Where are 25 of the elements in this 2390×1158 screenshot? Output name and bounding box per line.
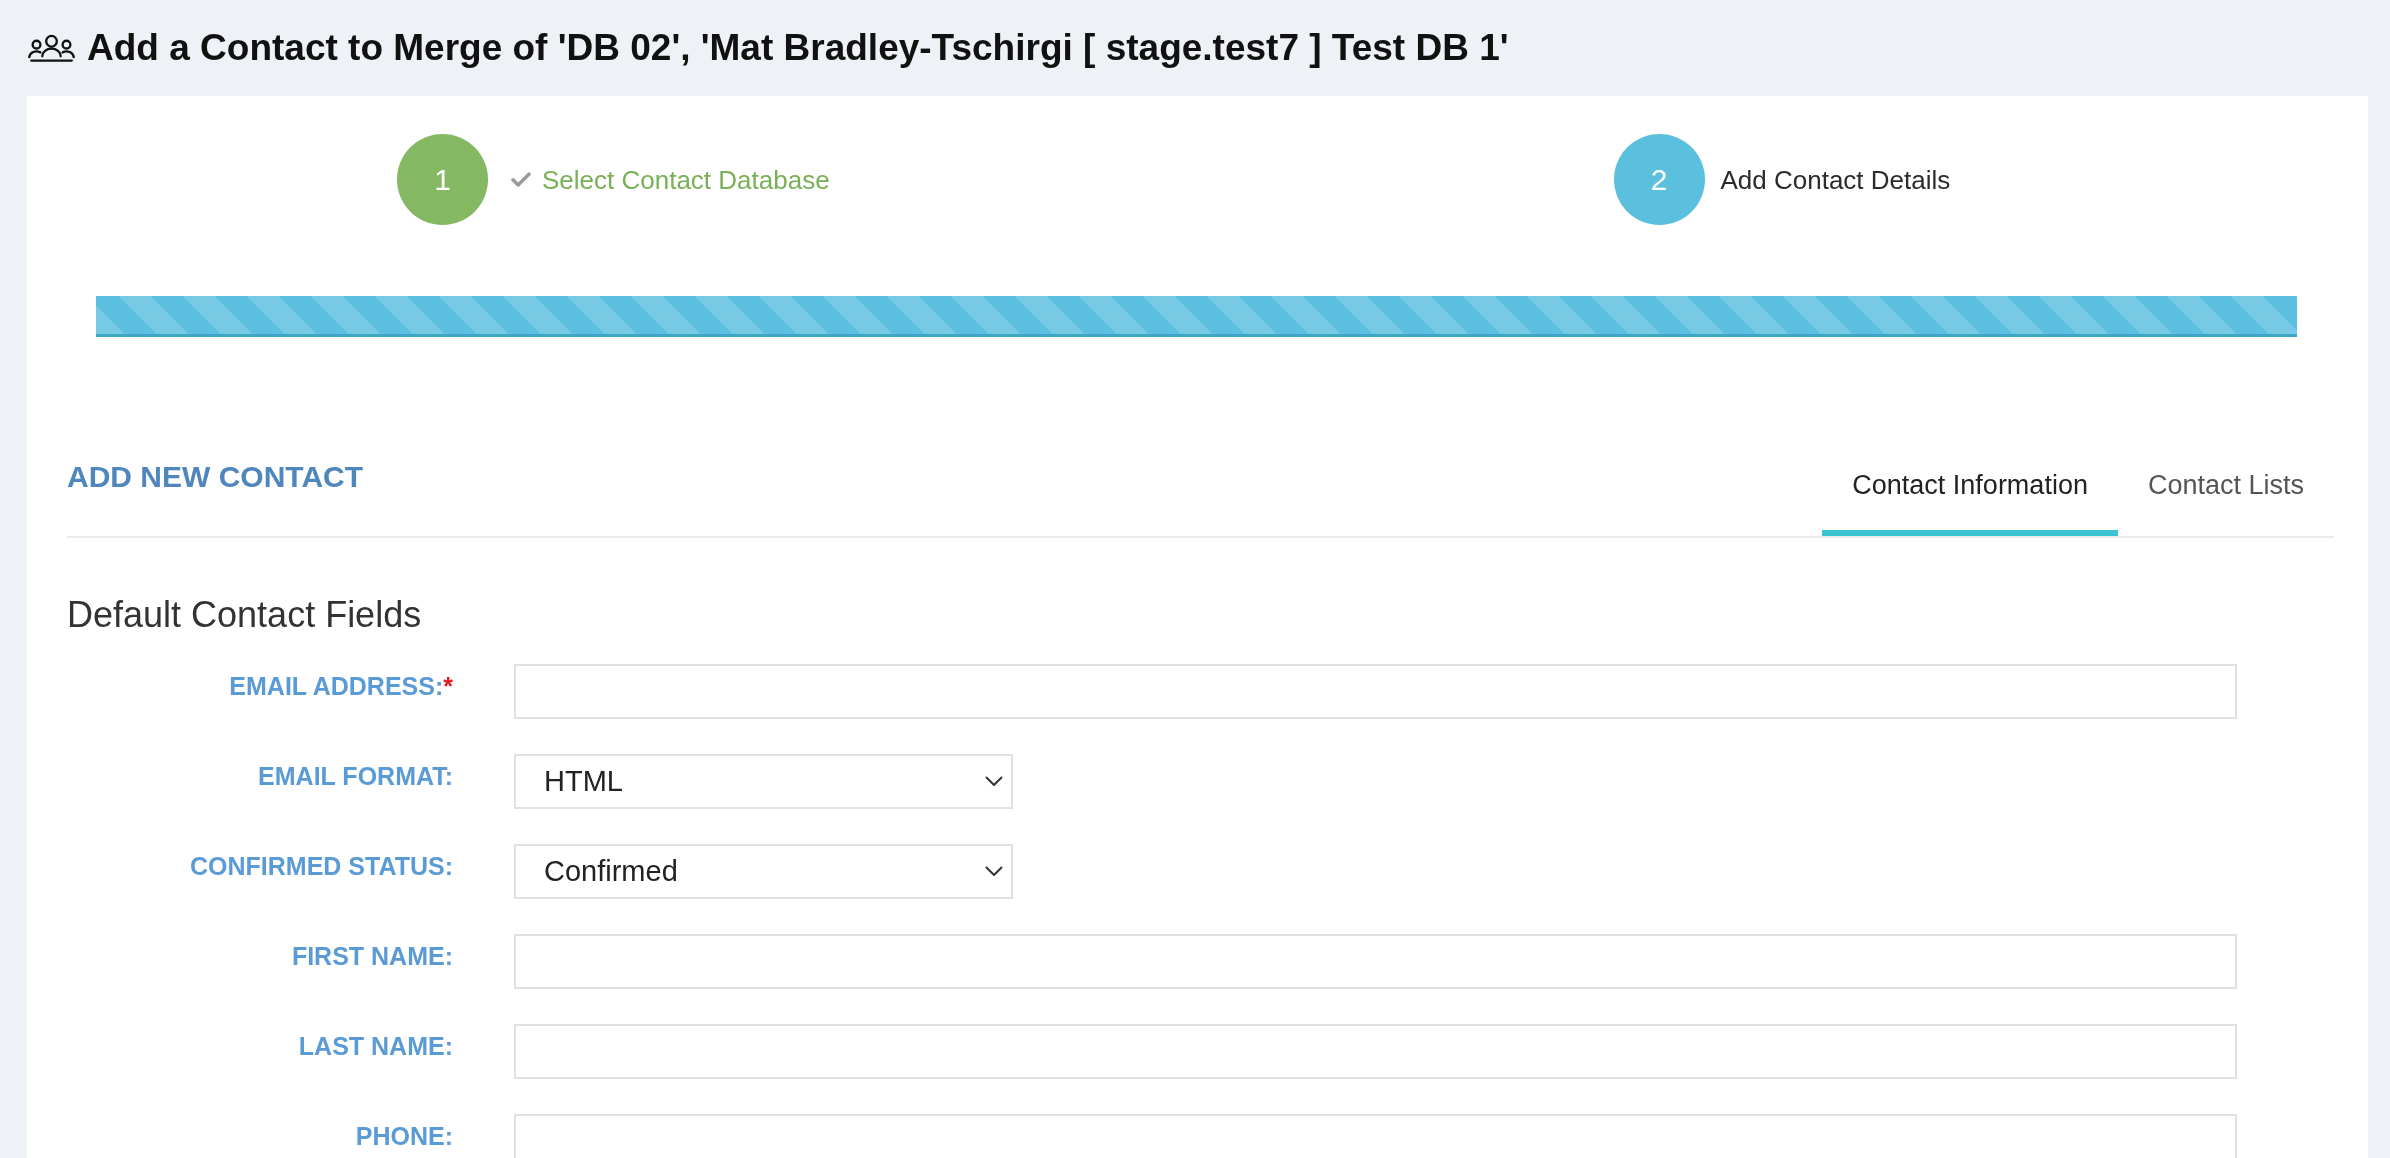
- text-input[interactable]: [514, 1024, 2237, 1079]
- tab[interactable]: Contact Lists: [2117, 470, 2334, 536]
- step-number: 2: [1613, 134, 1705, 225]
- step-number: 1: [397, 134, 488, 225]
- chevron-down-icon: [985, 776, 1003, 787]
- dropdown[interactable]: HTML: [514, 754, 1013, 809]
- section-heading: ADD NEW CONTACT: [67, 460, 364, 494]
- users-icon: [27, 33, 76, 63]
- step-label: Select Contact Database: [542, 163, 830, 196]
- field-label: FIRST NAME:: [290, 941, 453, 972]
- dropdown[interactable]: Confirmed: [514, 844, 1013, 899]
- text-input[interactable]: [514, 934, 2237, 989]
- tab[interactable]: Contact Information: [1822, 470, 2118, 536]
- check-icon: [511, 171, 531, 188]
- page-title: Add a Contact to Merge of 'DB 02', 'Mat Bradley-Tschirgi [ stage.test7 ] Test DB 1': [87, 26, 1509, 70]
- field-label: LAST NAME:: [297, 1031, 453, 1062]
- step-label: Add Contact Details: [1720, 163, 1951, 196]
- field-label: EMAIL FORMAT:: [257, 761, 453, 792]
- text-input[interactable]: [514, 1114, 2237, 1158]
- field-label: PHONE:: [354, 1121, 453, 1152]
- field-label: CONFIRMED STATUS:: [189, 851, 453, 882]
- field-label: EMAIL ADDRESS:*: [228, 671, 453, 702]
- text-input[interactable]: [514, 664, 2237, 719]
- form-section-title: Default Contact Fields: [67, 595, 423, 635]
- chevron-down-icon: [985, 866, 1003, 877]
